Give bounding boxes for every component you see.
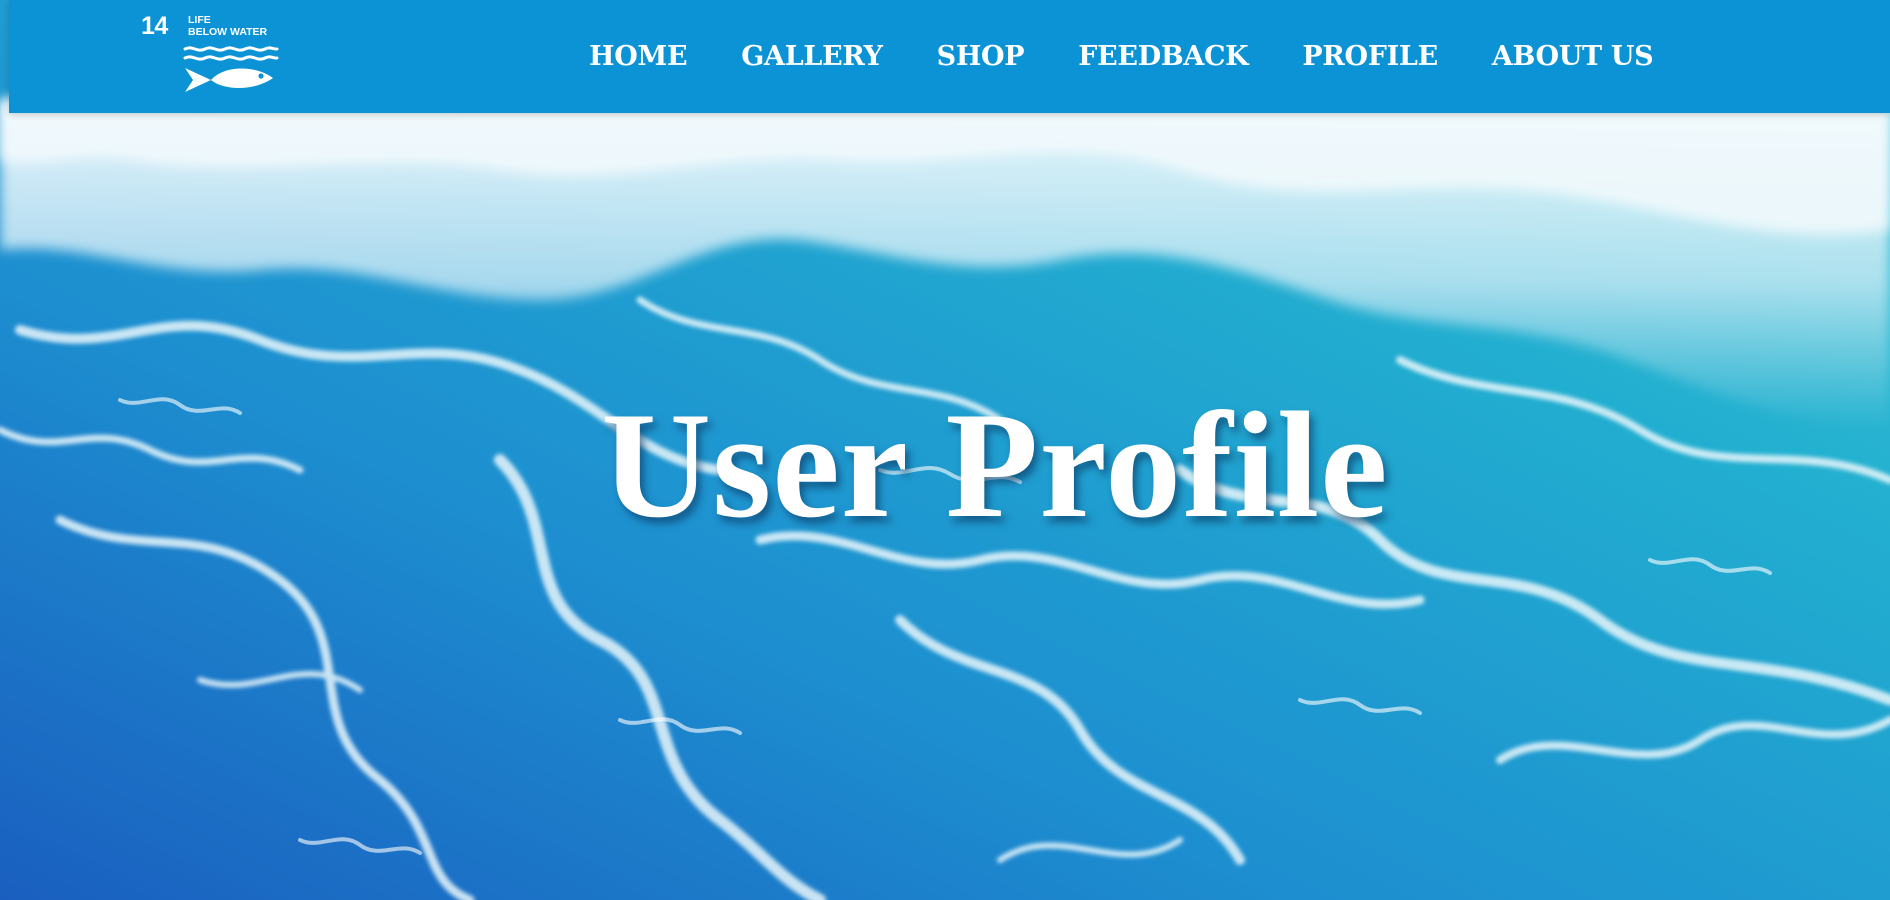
logo-text-line2: BELOW WATER	[188, 26, 268, 38]
nav-gallery[interactable]: GALLERY	[741, 41, 883, 72]
logo-number: 14	[141, 12, 168, 40]
nav-profile[interactable]: PROFILE	[1302, 41, 1438, 72]
logo-text: LIFE BELOW WATER	[188, 14, 267, 38]
main-nav: HOME GALLERY SHOP FEEDBACK PROFILE ABOUT…	[589, 0, 1654, 113]
navbar: 14 LIFE BELOW WATER HOME GALLERY SHOP FE…	[9, 0, 1890, 113]
nav-feedback[interactable]: FEEDBACK	[1078, 41, 1248, 72]
nav-shop[interactable]: SHOP	[937, 41, 1025, 72]
fish-waves-icon	[183, 46, 279, 92]
nav-about-us[interactable]: ABOUT US	[1492, 41, 1654, 72]
logo-text-line1: LIFE	[188, 14, 211, 26]
page-title: User Profile	[601, 381, 1389, 549]
sdg14-logo[interactable]: 14 LIFE BELOW WATER	[141, 12, 283, 94]
nav-home[interactable]: HOME	[589, 41, 688, 72]
